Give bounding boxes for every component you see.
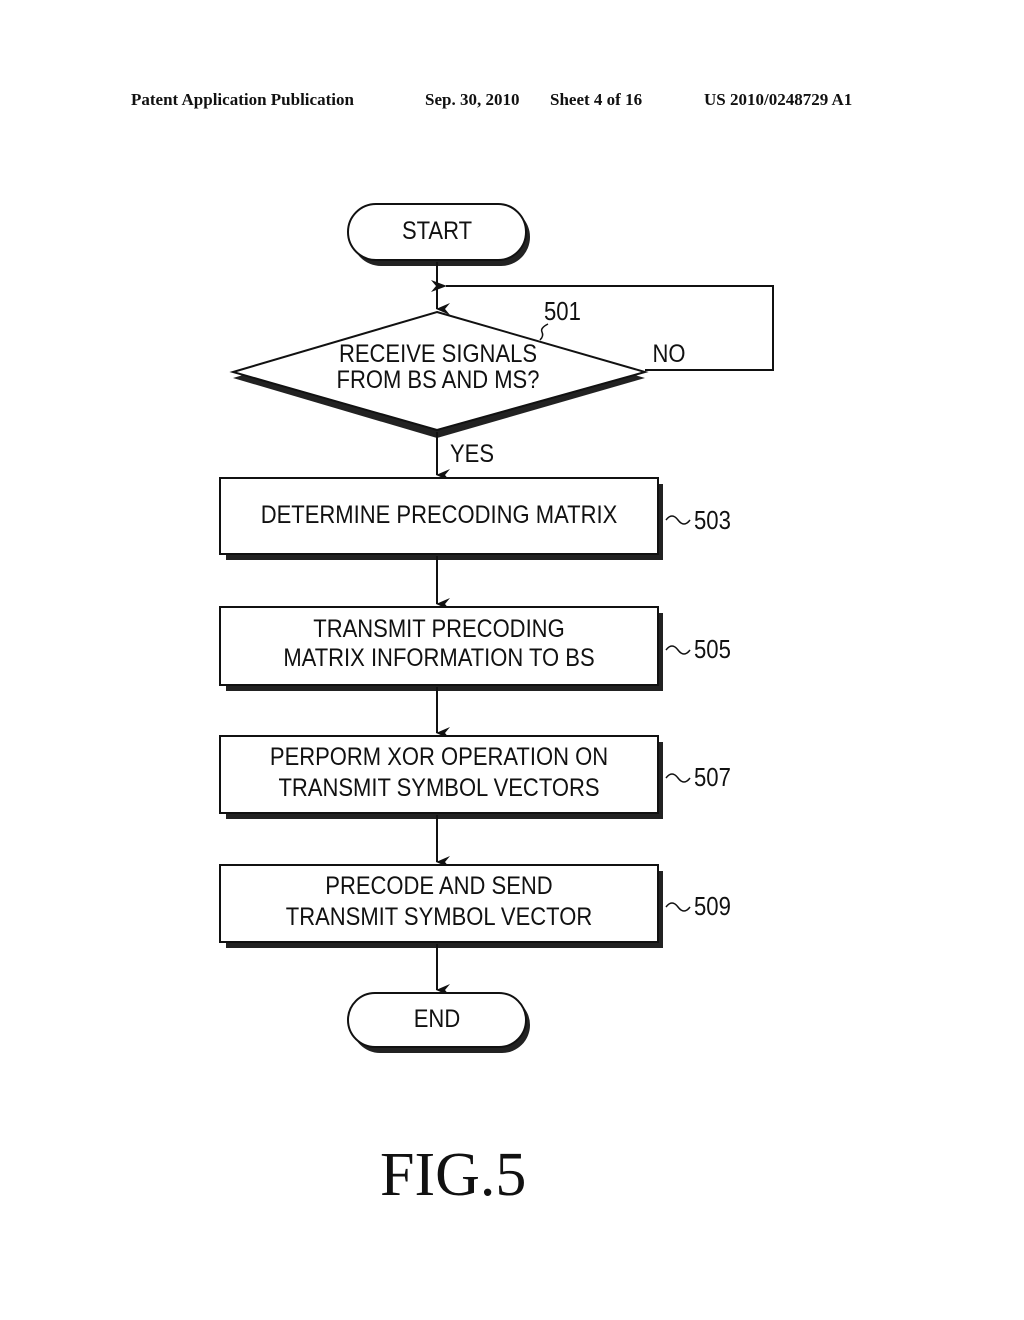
step-509-line1: PRECODE AND SEND: [325, 872, 553, 900]
figure-label: FIG.5: [380, 1141, 527, 1209]
step-503-line1: DETERMINE PRECODING MATRIX: [260, 501, 618, 529]
start-label: START: [401, 217, 473, 245]
yes-label: YES: [449, 440, 495, 468]
step-507-ref: 507: [694, 762, 731, 792]
step-507-line1: PERPORM XOR OPERATION ON: [269, 743, 609, 771]
step-509-ref: 509: [694, 891, 731, 921]
decision-ref: 501: [544, 296, 581, 326]
decision-line2: FROM BS AND MS?: [336, 366, 540, 394]
decision-line1: RECEIVE SIGNALS: [338, 340, 538, 368]
leader-507: [665, 773, 691, 783]
step-509-line2: TRANSMIT SYMBOL VECTOR: [285, 903, 593, 931]
leader-509: [665, 902, 691, 912]
leader-503: [665, 515, 691, 525]
step-503-ref: 503: [694, 505, 731, 535]
step-505-ref: 505: [694, 634, 731, 664]
no-label: NO: [652, 340, 686, 368]
end-label: END: [413, 1005, 461, 1033]
step-505-line1: TRANSMIT PRECODING: [313, 615, 565, 643]
leader-505: [665, 645, 691, 655]
step-505-line2: MATRIX INFORMATION TO BS: [283, 644, 595, 672]
step-507-line2: TRANSMIT SYMBOL VECTORS: [278, 774, 600, 802]
